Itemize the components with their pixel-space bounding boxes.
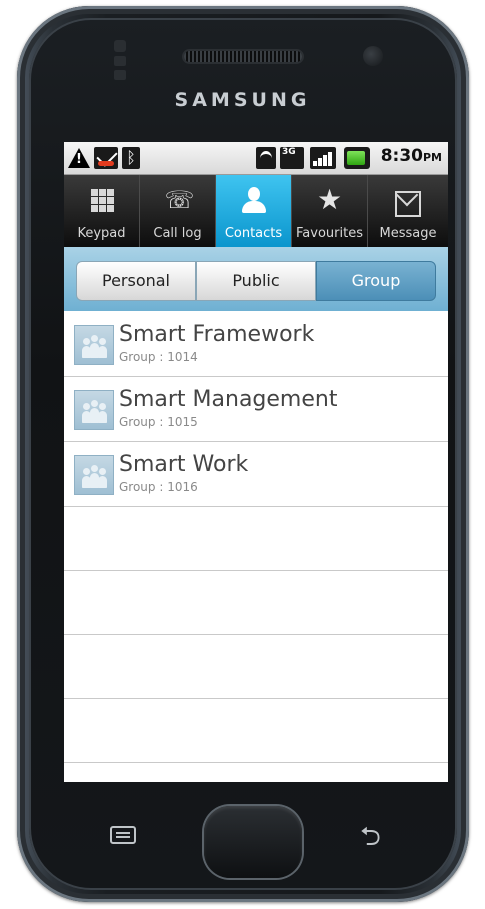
menu-key-icon[interactable]: [110, 826, 136, 844]
tab-contacts[interactable]: Contacts: [216, 175, 292, 247]
signal-icon: [310, 147, 336, 169]
warning-icon: [68, 148, 90, 168]
group-name: Smart Management: [119, 387, 338, 412]
group-id: Group : 1015: [119, 415, 198, 429]
group-id: Group : 1014: [119, 350, 198, 364]
tab-favourites[interactable]: ★ Favourites: [292, 175, 368, 247]
segment-group[interactable]: Group: [316, 261, 436, 301]
screen: ᛒ 3G 8:30PM Keypad ☏ Call log Contacts: [64, 142, 448, 782]
empty-row: [64, 571, 448, 635]
missed-call-icon: [94, 147, 118, 169]
segmented-control: Personal Public Group: [64, 247, 448, 311]
earpiece-speaker: [184, 51, 302, 62]
keypad-icon: [89, 187, 115, 213]
segment-personal[interactable]: Personal: [76, 261, 196, 301]
empty-row: [64, 635, 448, 699]
battery-icon: [344, 147, 370, 169]
group-avatar-icon: [74, 390, 114, 430]
light-sensor: [114, 56, 126, 66]
group-id: Group : 1016: [119, 480, 198, 494]
tab-label: Keypad: [77, 226, 126, 241]
tab-label: Contacts: [224, 226, 283, 241]
empty-row: [64, 699, 448, 763]
brand-logo: SAMSUNG: [174, 89, 311, 111]
tab-call-log[interactable]: ☏ Call log: [140, 175, 216, 247]
3g-icon: 3G: [280, 147, 304, 169]
group-avatar-icon: [74, 455, 114, 495]
group-name: Smart Framework: [119, 322, 315, 347]
tab-label: Favourites: [296, 226, 363, 241]
tab-label: Message: [379, 226, 437, 241]
tab-bar: Keypad ☏ Call log Contacts ★ Favourites …: [64, 175, 448, 247]
tab-keypad[interactable]: Keypad: [64, 175, 140, 247]
contacts-icon: [241, 187, 267, 213]
notification-led: [114, 70, 126, 80]
call-log-icon: ☏: [164, 186, 195, 214]
envelope-icon: [395, 191, 421, 217]
front-camera: [363, 46, 383, 66]
network-label: 3G: [282, 147, 296, 157]
back-key-icon[interactable]: ⮌: [360, 824, 381, 850]
tab-label: Call log: [153, 226, 202, 241]
bluetooth-icon: ᛒ: [122, 147, 140, 169]
group-avatar-icon: [74, 325, 114, 365]
proximity-sensor: [114, 40, 126, 52]
home-button[interactable]: [204, 806, 302, 878]
status-bar: ᛒ 3G 8:30PM: [64, 142, 448, 175]
empty-row: [64, 507, 448, 571]
star-icon: ★: [316, 183, 343, 216]
wifi-icon: [256, 147, 276, 169]
list-item[interactable]: Smart Framework Group : 1014: [64, 312, 448, 377]
status-clock: 8:30PM: [380, 146, 442, 166]
tab-message[interactable]: Message: [368, 175, 448, 247]
group-name: Smart Work: [119, 452, 249, 477]
segment-public[interactable]: Public: [196, 261, 316, 301]
group-list: Smart Framework Group : 1014 Smart Manag…: [64, 312, 448, 763]
list-item[interactable]: Smart Work Group : 1016: [64, 442, 448, 507]
list-item[interactable]: Smart Management Group : 1015: [64, 377, 448, 442]
